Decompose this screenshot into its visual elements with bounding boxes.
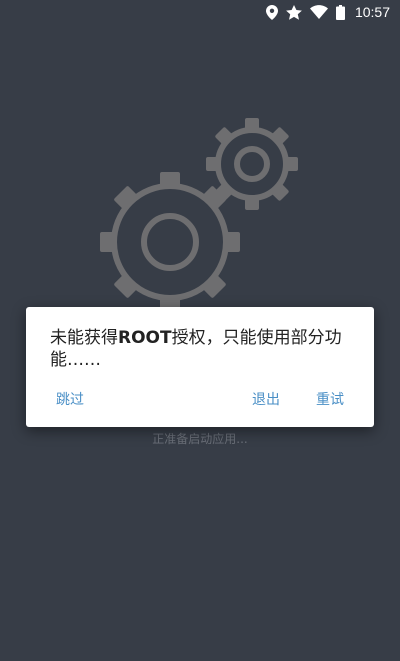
star-icon	[286, 4, 302, 20]
wifi-icon	[309, 5, 328, 19]
skip-button[interactable]: 跳过	[56, 389, 84, 411]
dialog-message-prefix: 未能获得	[50, 328, 118, 348]
gears-icon	[100, 118, 298, 312]
small-gear	[206, 118, 298, 210]
battery-icon	[335, 4, 345, 20]
location-icon	[265, 4, 278, 20]
splash-status-text: 正准备启动应用...	[152, 432, 248, 446]
dialog-message: 未能获得ROOT授权，只能使用部分功能……	[50, 327, 354, 371]
root-permission-dialog: 未能获得ROOT授权，只能使用部分功能…… 跳过 退出 重试	[26, 307, 374, 427]
clock: 10:57	[354, 4, 390, 20]
retry-button[interactable]: 重试	[316, 389, 344, 411]
dialog-message-root: ROOT	[118, 328, 172, 348]
status-bar: 10:57	[0, 0, 400, 24]
exit-button[interactable]: 退出	[252, 389, 280, 411]
